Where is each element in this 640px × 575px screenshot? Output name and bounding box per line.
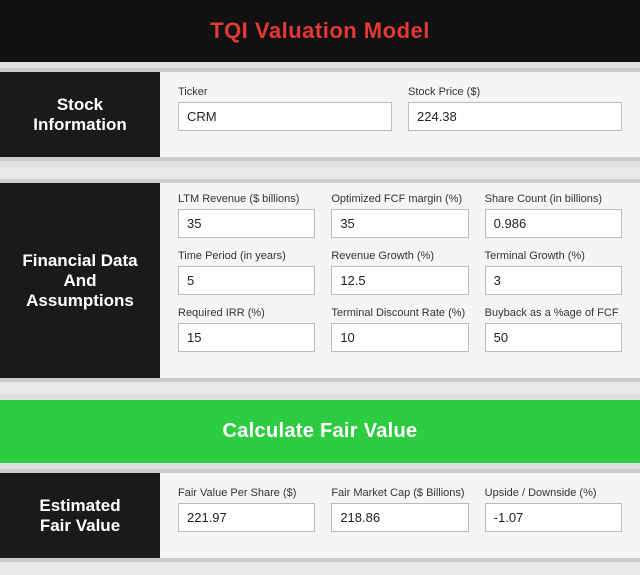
fair-market-cap-label: Fair Market Cap ($ Billions)	[331, 487, 468, 499]
fair-value-per-share-group: Fair Value Per Share ($)	[178, 487, 315, 532]
terminal-growth-input[interactable]	[485, 266, 622, 295]
financial-row-2: Time Period (in years) Revenue Growth (%…	[178, 250, 622, 295]
stock-section-content: Ticker Stock Price ($)	[160, 72, 640, 157]
gap-2	[0, 382, 640, 394]
required-irr-label: Required IRR (%)	[178, 307, 315, 319]
time-period-input[interactable]	[178, 266, 315, 295]
fair-value-section-content: Fair Value Per Share ($) Fair Market Cap…	[160, 473, 640, 558]
upside-downside-label: Upside / Downside (%)	[485, 487, 622, 499]
fcf-margin-group: Optimized FCF margin (%)	[331, 193, 468, 238]
fair-value-row: Fair Value Per Share ($) Fair Market Cap…	[178, 487, 622, 532]
fair-market-cap-input[interactable]	[331, 503, 468, 532]
fcf-margin-label: Optimized FCF margin (%)	[331, 193, 468, 205]
time-period-group: Time Period (in years)	[178, 250, 315, 295]
ticker-group: Ticker	[178, 86, 392, 131]
fair-market-cap-group: Fair Market Cap ($ Billions)	[331, 487, 468, 532]
calculate-fair-value-button[interactable]: Calculate Fair Value	[0, 400, 640, 463]
fair-value-per-share-label: Fair Value Per Share ($)	[178, 487, 315, 499]
upside-downside-input[interactable]	[485, 503, 622, 532]
stock-section-label: Stock Information	[0, 72, 160, 157]
buyback-group: Buyback as a %age of FCF	[485, 307, 622, 352]
page-header: TQI Valuation Model	[0, 0, 640, 62]
revenue-growth-input[interactable]	[331, 266, 468, 295]
share-count-label: Share Count (in billions)	[485, 193, 622, 205]
share-count-group: Share Count (in billions)	[485, 193, 622, 238]
share-count-input[interactable]	[485, 209, 622, 238]
stock-price-label: Stock Price ($)	[408, 86, 622, 98]
gap-1	[0, 167, 640, 179]
page-title: TQI Valuation Model	[210, 18, 430, 43]
ltm-revenue-input[interactable]	[178, 209, 315, 238]
fair-value-section: Estimated Fair Value Fair Value Per Shar…	[0, 469, 640, 562]
stock-fields-row: Ticker Stock Price ($)	[178, 86, 622, 131]
terminal-growth-label: Terminal Growth (%)	[485, 250, 622, 262]
revenue-growth-group: Revenue Growth (%)	[331, 250, 468, 295]
fair-value-per-share-input[interactable]	[178, 503, 315, 532]
ticker-label: Ticker	[178, 86, 392, 98]
time-period-label: Time Period (in years)	[178, 250, 315, 262]
upside-downside-group: Upside / Downside (%)	[485, 487, 622, 532]
stock-price-group: Stock Price ($)	[408, 86, 622, 131]
financial-data-section: Financial Data And Assumptions LTM Reven…	[0, 179, 640, 382]
ltm-revenue-group: LTM Revenue ($ billions)	[178, 193, 315, 238]
buyback-input[interactable]	[485, 323, 622, 352]
revenue-growth-label: Revenue Growth (%)	[331, 250, 468, 262]
required-irr-group: Required IRR (%)	[178, 307, 315, 352]
buyback-label: Buyback as a %age of FCF	[485, 307, 622, 319]
required-irr-input[interactable]	[178, 323, 315, 352]
ticker-input[interactable]	[178, 102, 392, 131]
stock-information-section: Stock Information Ticker Stock Price ($)	[0, 68, 640, 161]
financial-section-label: Financial Data And Assumptions	[0, 183, 160, 378]
stock-price-input[interactable]	[408, 102, 622, 131]
terminal-discount-group: Terminal Discount Rate (%)	[331, 307, 468, 352]
fair-value-section-label: Estimated Fair Value	[0, 473, 160, 558]
fcf-margin-input[interactable]	[331, 209, 468, 238]
ltm-revenue-label: LTM Revenue ($ billions)	[178, 193, 315, 205]
terminal-discount-label: Terminal Discount Rate (%)	[331, 307, 468, 319]
financial-section-content: LTM Revenue ($ billions) Optimized FCF m…	[160, 183, 640, 378]
terminal-growth-group: Terminal Growth (%)	[485, 250, 622, 295]
financial-row-3: Required IRR (%) Terminal Discount Rate …	[178, 307, 622, 352]
financial-row-1: LTM Revenue ($ billions) Optimized FCF m…	[178, 193, 622, 238]
terminal-discount-input[interactable]	[331, 323, 468, 352]
